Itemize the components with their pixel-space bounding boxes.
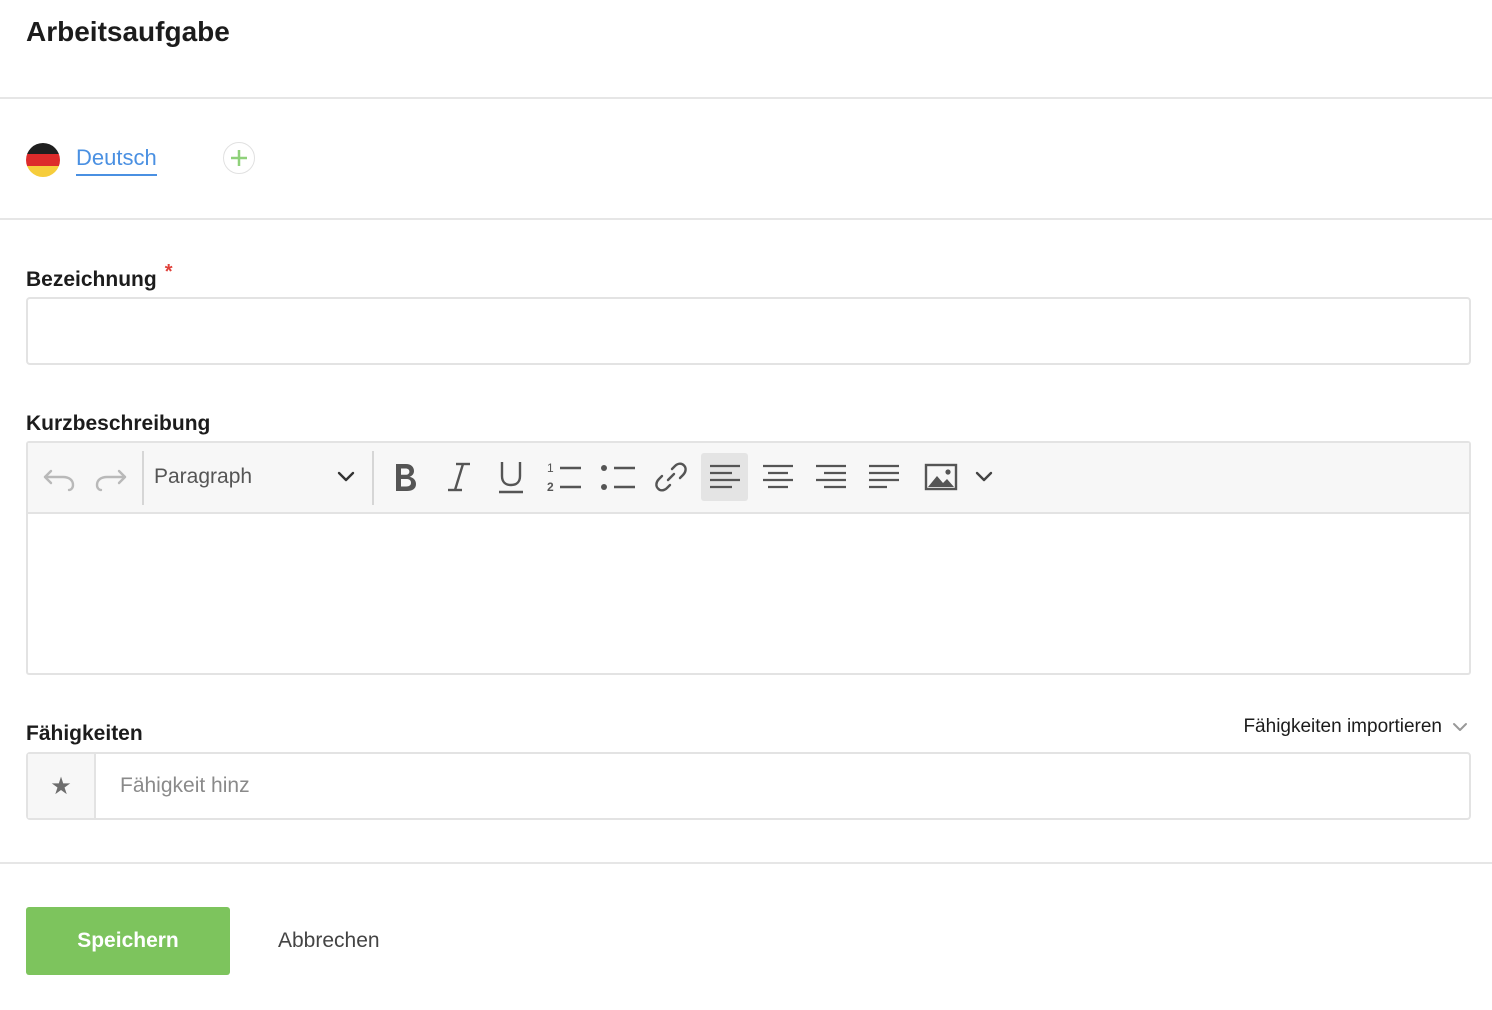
editor-content-area[interactable] [28, 514, 1469, 675]
align-center-icon [763, 464, 793, 489]
name-label-text: Bezeichnung [26, 268, 157, 291]
align-justify-button[interactable] [861, 453, 907, 501]
align-center-button[interactable] [755, 453, 801, 501]
page: Arbeitsaufgabe Deutsch Bezeichnung * Kurz… [0, 0, 1492, 1010]
star-icon: ★ [28, 754, 96, 818]
name-input[interactable] [26, 297, 1471, 365]
ordered-list-button[interactable]: 1 2 [540, 453, 588, 501]
bold-icon [396, 464, 416, 491]
italic-icon [448, 462, 470, 492]
align-right-button[interactable] [808, 453, 854, 501]
paragraph-format-select[interactable]: Paragraph [144, 453, 364, 501]
align-justify-icon [869, 464, 899, 489]
required-asterisk: * [164, 261, 173, 283]
header-divider [0, 97, 1492, 99]
language-tab-deutsch[interactable]: Deutsch [76, 144, 157, 176]
skills-label: Fähigkeiten [26, 722, 143, 745]
german-flag-icon [26, 143, 60, 177]
toolbar-separator [372, 451, 374, 505]
chevron-down-icon [975, 471, 993, 482]
chevron-down-icon [337, 471, 355, 482]
align-left-icon [709, 464, 740, 489]
image-options-button[interactable] [970, 453, 998, 501]
import-skills-dropdown[interactable]: Fähigkeiten importieren [1243, 716, 1470, 738]
add-language-button[interactable] [223, 142, 255, 174]
align-left-button[interactable] [701, 453, 748, 501]
image-icon [924, 463, 958, 491]
chevron-down-icon [1453, 723, 1467, 731]
cancel-button[interactable]: Abbrechen [278, 925, 380, 957]
name-label: Bezeichnung * [26, 261, 172, 293]
bold-button[interactable] [382, 453, 428, 501]
underline-button[interactable] [488, 453, 534, 501]
description-label: Kurzbeschreibung [26, 412, 211, 435]
rich-text-editor: Paragraph 1 2 [26, 441, 1471, 675]
link-button[interactable] [648, 453, 694, 501]
languages-divider [0, 218, 1492, 220]
svg-text:2: 2 [547, 480, 554, 494]
paragraph-format-value: Paragraph [154, 465, 253, 488]
footer-divider [0, 862, 1492, 864]
editor-toolbar: Paragraph 1 2 [28, 443, 1469, 514]
align-right-icon [816, 464, 846, 489]
link-icon [655, 462, 687, 492]
bullet-list-button[interactable] [594, 453, 642, 501]
skill-input[interactable] [96, 754, 1469, 818]
skills-field: ★ [26, 752, 1471, 820]
underline-icon [499, 462, 523, 494]
page-title: Arbeitsaufgabe [26, 16, 230, 47]
svg-text:1: 1 [547, 461, 554, 475]
import-skills-label: Fähigkeiten importieren [1243, 716, 1442, 737]
undo-button[interactable] [38, 453, 80, 501]
plus-icon [231, 150, 247, 166]
language-tabs: Deutsch [26, 140, 157, 180]
save-button[interactable]: Speichern [26, 907, 230, 975]
redo-button[interactable] [90, 453, 132, 501]
undo-icon [43, 469, 75, 492]
bullet-list-icon [601, 465, 635, 490]
insert-image-button[interactable] [918, 453, 964, 501]
redo-icon [95, 469, 127, 492]
ordered-list-icon: 1 2 [547, 461, 581, 494]
italic-button[interactable] [436, 453, 482, 501]
